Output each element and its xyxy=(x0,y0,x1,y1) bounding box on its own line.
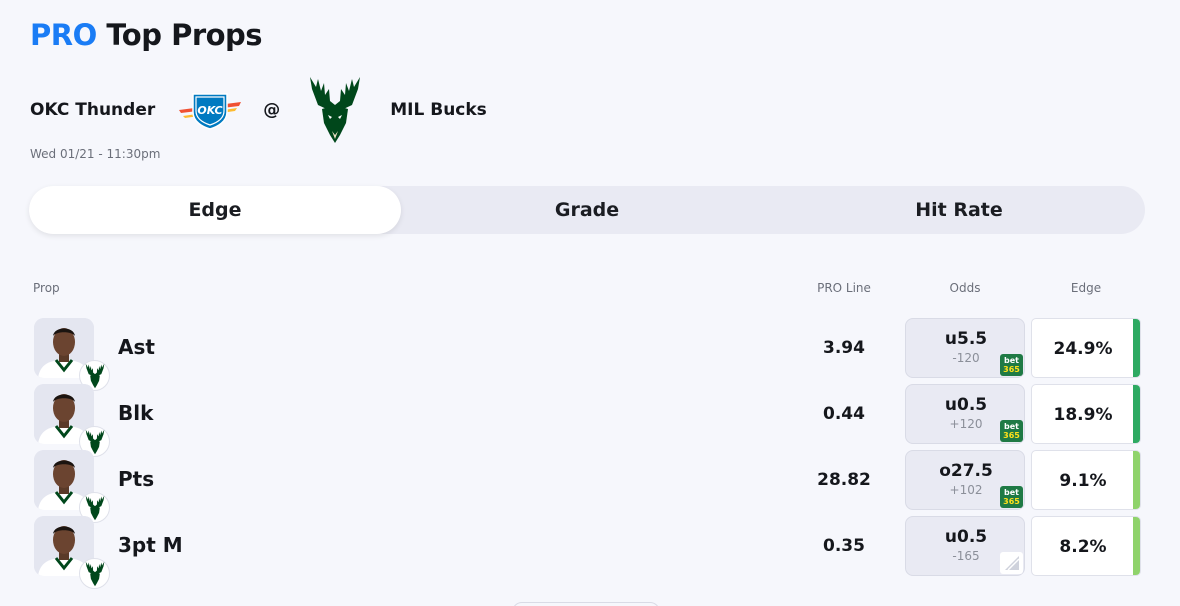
pro-line-value: 0.44 xyxy=(823,404,865,424)
pro-line-value: 0.35 xyxy=(823,536,865,556)
away-team-name: OKC Thunder xyxy=(30,100,156,120)
pro-line-column-header: PRO Line xyxy=(817,281,871,295)
edge-cell: 18.9% xyxy=(1031,384,1141,444)
milwaukee-bucks-logo-icon xyxy=(310,77,361,143)
sportsbook-logo-icon xyxy=(1000,552,1023,574)
edge-column-header: Edge xyxy=(1070,281,1102,295)
tab-hit-rate[interactable]: Hit Rate xyxy=(773,186,1145,234)
edge-value: 9.1% xyxy=(1059,471,1107,491)
prop-row[interactable]: 3pt M 0.35 u0.5 -165 8.2% xyxy=(0,514,1180,589)
odds-button[interactable]: u0.5 -165 xyxy=(905,516,1025,576)
load-more-button[interactable] xyxy=(512,602,660,606)
edge-cell: 8.2% xyxy=(1031,516,1141,576)
prop-name: Blk xyxy=(118,401,154,425)
tab-grade[interactable]: Grade xyxy=(401,186,773,234)
props-list: Ast 3.94 u5.5 -120 bet 365 24.9% Blk 0.44… xyxy=(0,316,1180,589)
odds-line: u5.5 xyxy=(944,329,988,349)
prop-row[interactable]: Ast 3.94 u5.5 -120 bet 365 24.9% xyxy=(0,316,1180,391)
okc-thunder-logo-icon: OKC xyxy=(179,93,242,130)
odds-line: u0.5 xyxy=(944,395,988,415)
game-datetime: Wed 01/21 - 11:30pm xyxy=(30,147,161,161)
edge-value: 8.2% xyxy=(1059,537,1107,557)
pro-line-value: 28.82 xyxy=(817,470,871,490)
page-title: PRO Top Props xyxy=(30,18,263,52)
edge-indicator-bar xyxy=(1133,517,1140,575)
bucks-team-badge-icon xyxy=(79,558,110,589)
prop-name: Pts xyxy=(118,467,155,491)
at-symbol: @ xyxy=(263,100,281,120)
home-team-name: MIL Bucks xyxy=(390,100,487,120)
bet365-logo-icon: bet 365 xyxy=(1000,486,1023,508)
prop-row[interactable]: Pts 28.82 o27.5 +102 bet 365 9.1% xyxy=(0,448,1180,523)
edge-indicator-bar xyxy=(1133,385,1140,443)
title-text: Top Props xyxy=(106,18,263,52)
sort-tabs: Edge Grade Hit Rate xyxy=(29,186,1145,234)
edge-indicator-bar xyxy=(1133,451,1140,509)
prop-name: 3pt M xyxy=(118,533,183,557)
prop-name: Ast xyxy=(118,335,155,359)
tab-edge[interactable]: Edge xyxy=(29,186,401,234)
prop-row[interactable]: Blk 0.44 u0.5 +120 bet 365 18.9% xyxy=(0,382,1180,457)
edge-value: 24.9% xyxy=(1053,339,1113,359)
odds-button[interactable]: u5.5 -120 bet 365 xyxy=(905,318,1025,378)
odds-column-header: Odds xyxy=(949,281,981,295)
edge-value: 18.9% xyxy=(1053,405,1113,425)
bet365-logo-icon: bet 365 xyxy=(1000,354,1023,376)
edge-cell: 24.9% xyxy=(1031,318,1141,378)
pro-line-value: 3.94 xyxy=(823,338,865,358)
edge-indicator-bar xyxy=(1133,319,1140,377)
bet365-logo-icon: bet 365 xyxy=(1000,420,1023,442)
svg-text:OKC: OKC xyxy=(198,104,223,117)
odds-line: u0.5 xyxy=(944,527,988,547)
odds-button[interactable]: u0.5 +120 bet 365 xyxy=(905,384,1025,444)
edge-cell: 9.1% xyxy=(1031,450,1141,510)
pro-label: PRO xyxy=(30,18,97,52)
prop-column-header: Prop xyxy=(33,281,60,295)
odds-button[interactable]: o27.5 +102 bet 365 xyxy=(905,450,1025,510)
odds-line: o27.5 xyxy=(939,461,993,481)
game-matchup: OKC Thunder OKC @ MIL Bucks xyxy=(30,74,487,146)
